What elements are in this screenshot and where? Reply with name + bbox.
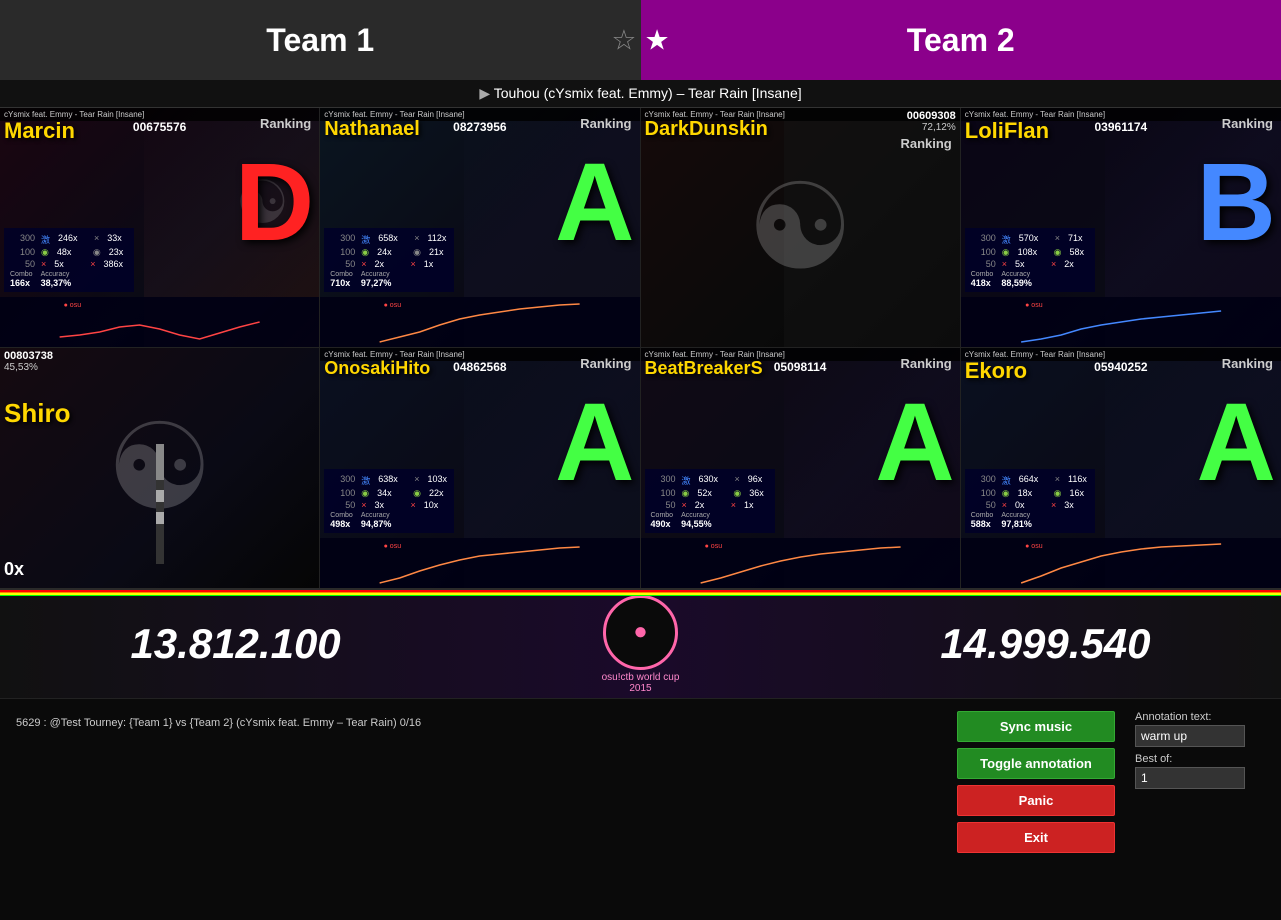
onosakihito-rank: A bbox=[555, 388, 634, 498]
play-icon: ▶ bbox=[479, 85, 490, 101]
loliflan-stats: 300激570x ×71x 100◉108x ◉58x 50×5x ×2x Co… bbox=[965, 228, 1095, 292]
player-marcin: ☯ cYsmix feat. Emmy - Tear Rain [Insane]… bbox=[0, 108, 320, 348]
darkdunskin-score-top: 00609308 bbox=[907, 110, 956, 122]
osu-logo: ● osu!ctb world cup 2015 bbox=[602, 595, 680, 694]
svg-text:● osu: ● osu bbox=[64, 302, 82, 309]
song-bar: ▶ Touhou (cYsmix feat. Emmy) – Tear Rain… bbox=[0, 80, 1281, 108]
annotation-text-label: Annotation text: bbox=[1135, 711, 1265, 723]
player-beatbreakers: cYsmix feat. Emmy - Tear Rain [Insane] B… bbox=[641, 348, 961, 588]
annotation-controls: Annotation text: Best of: bbox=[1135, 711, 1265, 789]
team1-header: Team 1 bbox=[0, 0, 641, 80]
nathanael-stats: 300激658x ×112x 100◉24x ◉21x 50×2x ×1x Co… bbox=[324, 228, 454, 292]
team2-title: Team 2 bbox=[907, 22, 1015, 59]
team2-header: Team 2 bbox=[641, 0, 1281, 80]
best-of-label: Best of: bbox=[1135, 753, 1265, 765]
ekoro-stats: 300激664x ×116x 100◉18x ◉16x 50×0x ×3x Co… bbox=[965, 469, 1095, 533]
toggle-annotation-button[interactable]: Toggle annotation bbox=[957, 748, 1115, 779]
bottom-controls-bar: 5629 : @Test Tourney: {Team 1} vs {Team … bbox=[0, 698, 1281, 920]
shiro-accuracy: 45,53% bbox=[4, 362, 38, 373]
marcin-graph: ● osu bbox=[0, 297, 319, 347]
player-shiro: ☯ 00803738 45,53% Shiro 0x bbox=[0, 348, 320, 588]
marcin-rank: D bbox=[235, 148, 314, 258]
onosakihito-ranking-label: Ranking bbox=[580, 356, 631, 371]
ekoro-rank: A bbox=[1197, 388, 1276, 498]
darkdunskin-name: DarkDunskin bbox=[645, 118, 768, 141]
nathanael-name: Nathanael bbox=[324, 118, 420, 141]
shiro-name: Shiro bbox=[4, 398, 70, 429]
ekoro-graph: ● osu bbox=[961, 538, 1281, 588]
team1-score-value: 13.812.100 bbox=[130, 620, 340, 668]
team1-title: Team 1 bbox=[266, 22, 374, 59]
nathanael-graph: ● osu bbox=[320, 297, 639, 347]
loliflan-graph: ● osu bbox=[961, 297, 1281, 347]
svg-text:● osu: ● osu bbox=[704, 543, 722, 550]
svg-text:● osu: ● osu bbox=[1025, 302, 1043, 309]
onosakihito-name: OnosakiHito bbox=[324, 358, 430, 379]
beatbreakers-stats: 300激630x ×96x 100◉52x ◉36x 50×2x ×1x Com… bbox=[645, 469, 775, 533]
darkdunskin-ranking-label: Ranking bbox=[900, 136, 951, 151]
ekoro-name: Ekoro bbox=[965, 358, 1027, 384]
marcin-stats: 300激246x ×33x 100◉48x ◉23x 50×5x ×386x C… bbox=[4, 228, 134, 292]
loliflan-ranking-label: Ranking bbox=[1222, 116, 1273, 131]
best-of-input[interactable] bbox=[1135, 767, 1245, 789]
player-nathanael: cYsmix feat. Emmy - Tear Rain [Insane] N… bbox=[320, 108, 640, 348]
team-scores-bar: 13.812.100 ● osu!ctb world cup 2015 14.9… bbox=[0, 588, 1281, 698]
player-ekoro: cYsmix feat. Emmy - Tear Rain [Insane] E… bbox=[961, 348, 1281, 588]
annotation-text-input[interactable] bbox=[1135, 725, 1245, 747]
beatbreakers-rank: A bbox=[875, 388, 954, 498]
players-grid: ☯ cYsmix feat. Emmy - Tear Rain [Insane]… bbox=[0, 108, 1281, 588]
player-darkdunskin: ☯ cYsmix feat. Emmy - Tear Rain [Insane]… bbox=[641, 108, 961, 348]
shiro-zero-score: 0x bbox=[4, 559, 24, 580]
star-row: ☆ ★ bbox=[611, 24, 669, 57]
osu-logo-text: osu!ctb world cup 2015 bbox=[602, 672, 680, 694]
loliflan-name: LoliFlan bbox=[965, 118, 1049, 144]
beatbreakers-ranking-label: Ranking bbox=[900, 356, 951, 371]
star-empty-icon[interactable]: ☆ bbox=[611, 24, 636, 57]
song-title: Touhou (cYsmix feat. Emmy) – Tear Rain [… bbox=[494, 85, 802, 101]
control-buttons: Sync music Toggle annotation Panic Exit bbox=[957, 711, 1115, 853]
ekoro-ranking-label: Ranking bbox=[1222, 356, 1273, 371]
svg-text:● osu: ● osu bbox=[384, 302, 402, 309]
loliflan-rank: B bbox=[1197, 148, 1276, 258]
darkdunskin-accuracy-top: 72,12% bbox=[922, 122, 956, 133]
irc-message: 5629 : @Test Tourney: {Team 1} vs {Team … bbox=[16, 711, 937, 729]
shiro-score-display: 00803738 bbox=[4, 350, 53, 362]
svg-text:● osu: ● osu bbox=[1025, 543, 1043, 550]
exit-button[interactable]: Exit bbox=[957, 822, 1115, 853]
star-filled-icon[interactable]: ★ bbox=[645, 24, 670, 57]
marcin-name: Marcin bbox=[4, 118, 75, 144]
marcin-ranking-label: Ranking bbox=[260, 116, 311, 131]
nathanael-ranking-label: Ranking bbox=[580, 116, 631, 131]
player-onosakihito: cYsmix feat. Emmy - Tear Rain [Insane] O… bbox=[320, 348, 640, 588]
onosakihito-graph: ● osu bbox=[320, 538, 639, 588]
nathanael-rank: A bbox=[555, 148, 634, 258]
team2-score-value: 14.999.540 bbox=[940, 620, 1150, 668]
sync-music-button[interactable]: Sync music bbox=[957, 711, 1115, 742]
player-loliflan: cYsmix feat. Emmy - Tear Rain [Insane] L… bbox=[961, 108, 1281, 348]
beatbreakers-graph: ● osu bbox=[641, 538, 960, 588]
panic-button[interactable]: Panic bbox=[957, 785, 1115, 816]
svg-text:● osu: ● osu bbox=[384, 543, 402, 550]
beatbreakers-name: BeatBreakerS bbox=[645, 358, 763, 379]
onosakihito-stats: 300激638x ×103x 100◉34x ◉22x 50×3x ×10x C… bbox=[324, 469, 454, 533]
header: Team 1 Team 2 ☆ ★ bbox=[0, 0, 1281, 80]
